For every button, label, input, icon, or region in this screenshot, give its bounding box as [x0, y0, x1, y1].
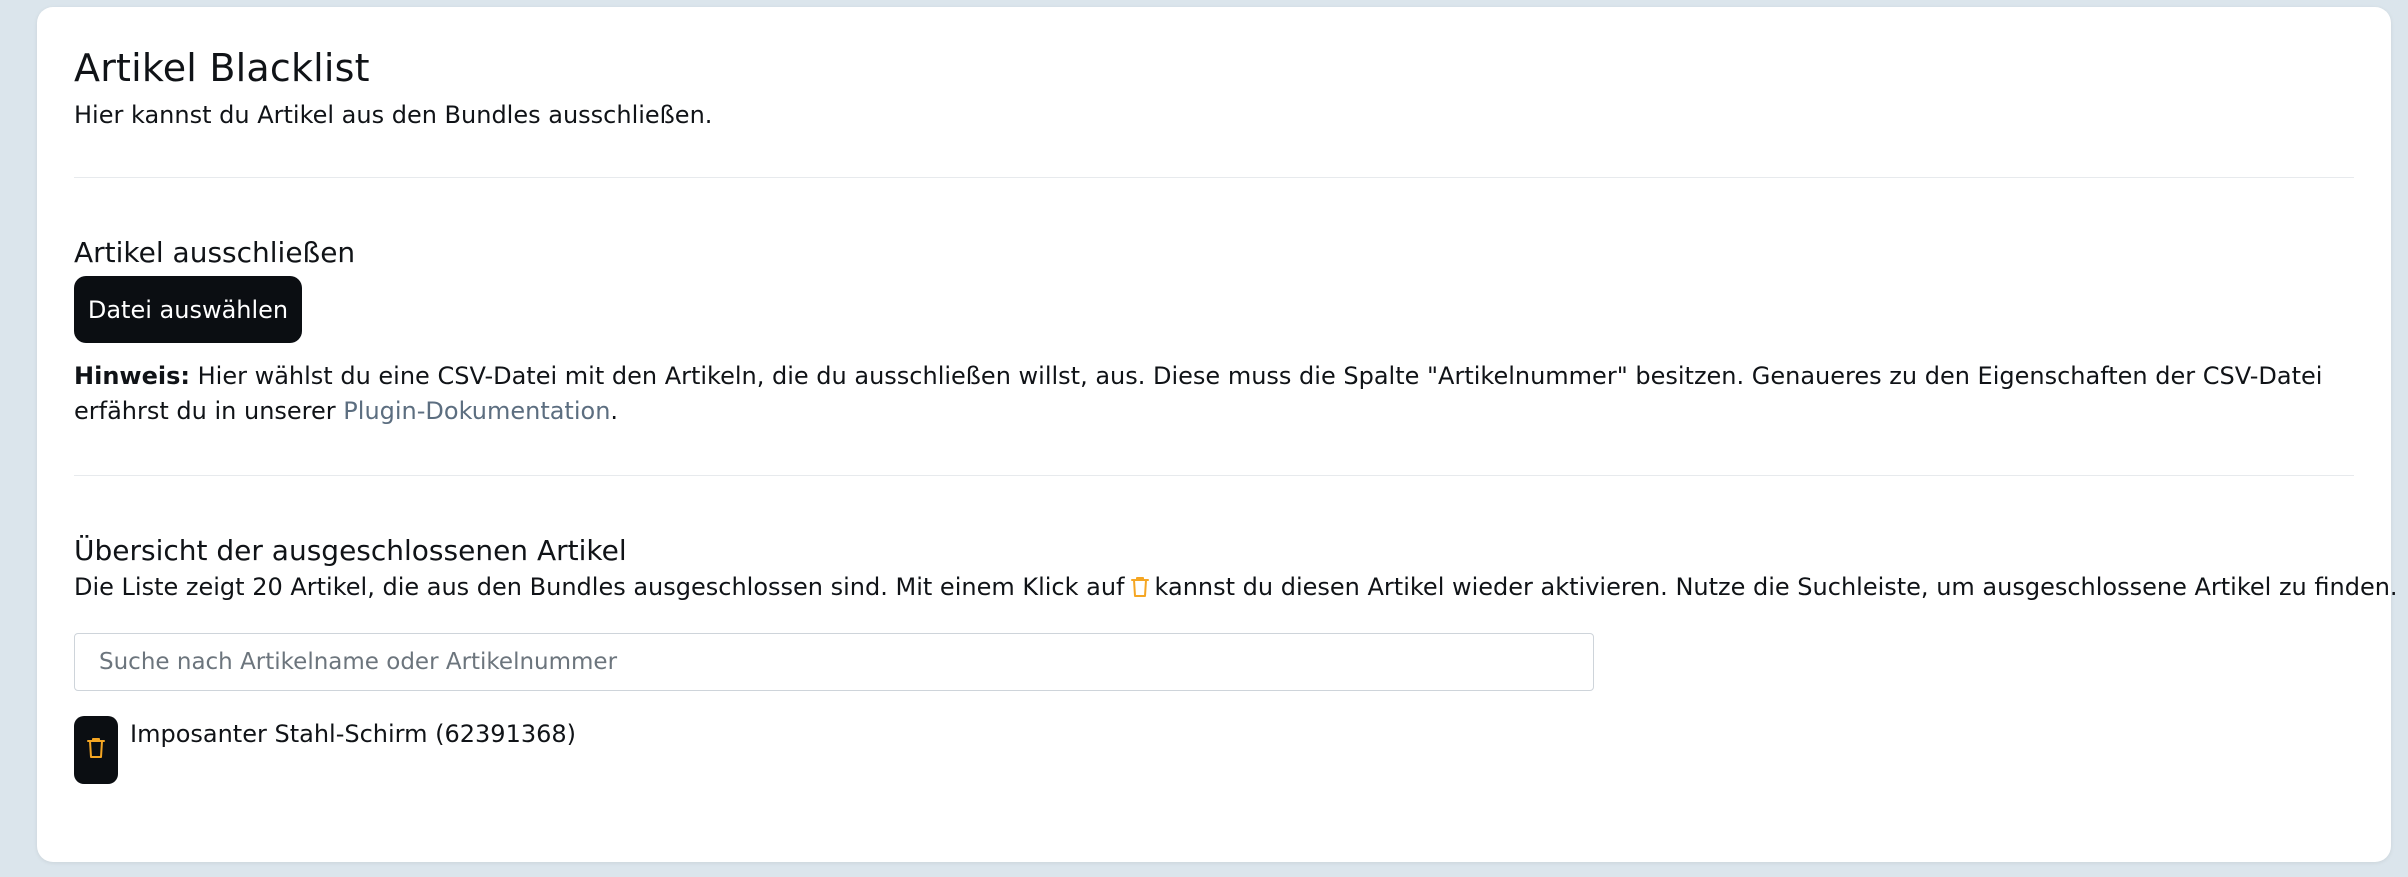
page-subtitle: Hier kannst du Artikel aus den Bundles a… [74, 101, 713, 129]
overview-description-start: Die Liste zeigt 20 Artikel, die aus den … [74, 573, 1125, 601]
divider [74, 177, 2354, 178]
choose-file-button[interactable]: Datei auswählen [74, 276, 302, 343]
exclude-section-title: Artikel ausschließen [74, 236, 356, 269]
list-item: Imposanter Stahl-Schirm (62391368) [74, 716, 576, 784]
plugin-documentation-link[interactable]: Plugin-Dokumentation [343, 397, 610, 425]
hint-label: Hinweis: [74, 362, 190, 390]
divider [74, 475, 2354, 476]
search-input[interactable] [74, 633, 1594, 691]
overview-section-title: Übersicht der ausgeschlossenen Artikel [74, 534, 627, 567]
blacklist-card: Artikel Blacklist Hier kannst du Artikel… [37, 7, 2398, 862]
reactivate-item-button[interactable] [74, 716, 118, 784]
overview-description: Die Liste zeigt 20 Artikel, die aus den … [74, 573, 2398, 601]
trash-icon [1130, 576, 1150, 598]
hint-text: Hinweis: Hier wählst du eine CSV-Datei m… [74, 359, 2374, 429]
list-item-label: Imposanter Stahl-Schirm (62391368) [130, 720, 577, 748]
overview-description-end: kannst du diesen Artikel wieder aktivier… [1154, 573, 2398, 601]
trash-icon [86, 737, 106, 763]
hint-end: . [610, 397, 619, 425]
page-title: Artikel Blacklist [74, 46, 370, 90]
